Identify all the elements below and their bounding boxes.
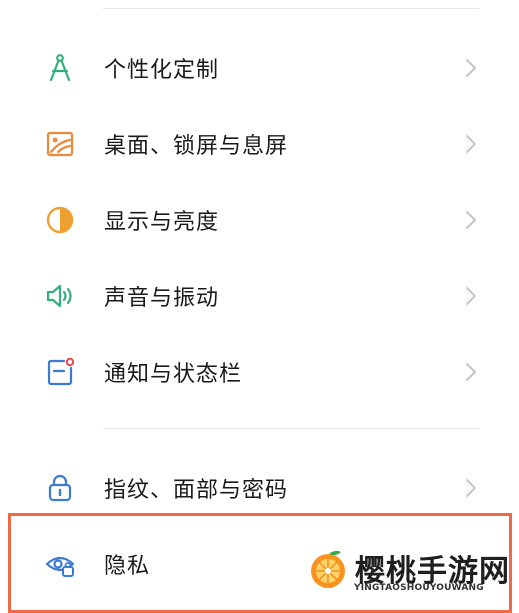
section-divider <box>103 428 479 429</box>
settings-item-desktop-lockscreen[interactable]: 桌面、锁屏与息屏 <box>0 106 519 182</box>
lock-icon <box>48 474 72 502</box>
top-divider <box>103 8 479 9</box>
wallpaper-icon <box>46 131 74 157</box>
watermark: 樱桃手游网 YINGTAOSHOUYOUWANG <box>305 542 519 602</box>
brightness-icon <box>46 206 74 234</box>
notification-icon <box>47 357 75 386</box>
chevron-right-icon <box>466 135 476 153</box>
settings-item-label: 隐私 <box>104 554 151 579</box>
settings-item-label: 指纹、面部与密码 <box>104 478 289 503</box>
chevron-right-icon <box>466 479 476 497</box>
settings-item-notification-statusbar[interactable]: 通知与状态栏 <box>0 334 519 410</box>
watermark-subtitle: YINGTAOSHOUYOUWANG <box>354 583 484 593</box>
chevron-right-icon <box>466 211 476 229</box>
orange-logo-icon <box>311 550 345 588</box>
settings-item-display-brightness[interactable]: 显示与亮度 <box>0 182 519 258</box>
chevron-right-icon <box>466 287 476 305</box>
settings-item-personalization[interactable]: 个性化定制 <box>0 30 519 106</box>
settings-item-sound-vibration[interactable]: 声音与振动 <box>0 258 519 334</box>
speaker-icon <box>46 284 72 308</box>
settings-item-label: 声音与振动 <box>104 286 220 311</box>
settings-item-label: 桌面、锁屏与息屏 <box>104 134 289 159</box>
privacy-eye-icon <box>45 556 75 577</box>
settings-item-label: 个性化定制 <box>104 58 220 83</box>
compass-icon <box>49 54 71 82</box>
settings-item-label: 显示与亮度 <box>104 210 220 235</box>
chevron-right-icon <box>466 363 476 381</box>
settings-item-label: 通知与状态栏 <box>104 362 243 387</box>
chevron-right-icon <box>466 59 476 77</box>
